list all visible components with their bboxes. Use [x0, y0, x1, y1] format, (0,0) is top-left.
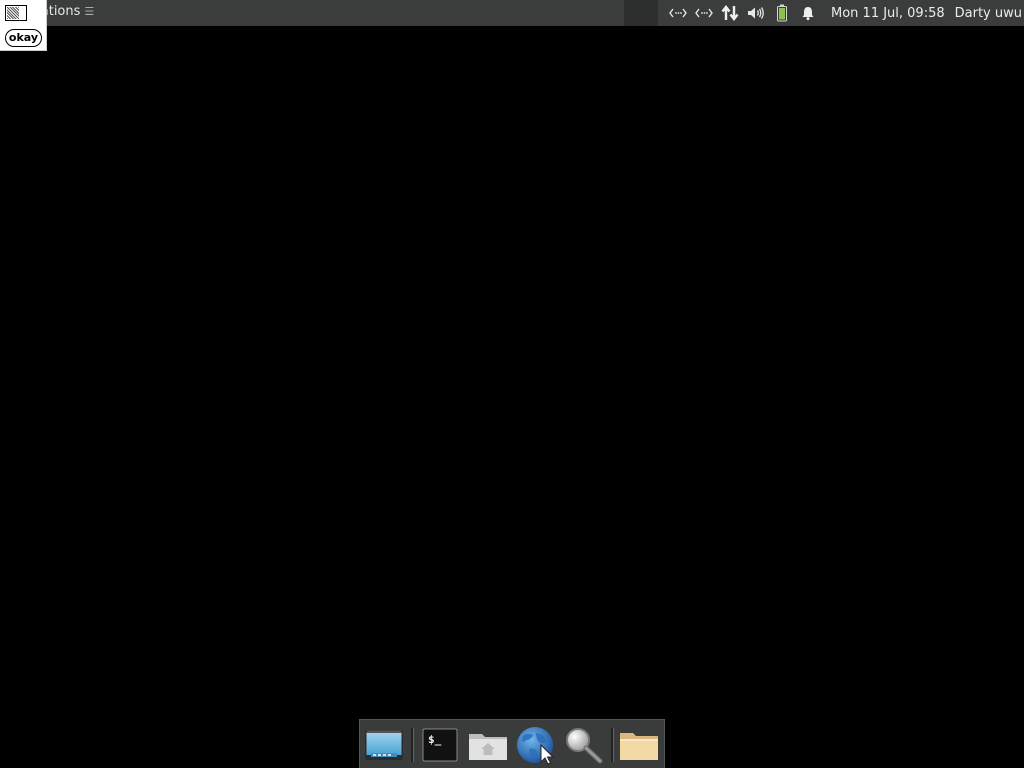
hatch-pattern: [7, 7, 19, 19]
menu-grip-icon: ☰: [84, 5, 95, 18]
clock[interactable]: Mon 11 Jul, 09:58: [831, 6, 945, 21]
system-tray: Mon 11 Jul, 09:58 Darty uwu: [665, 0, 1024, 26]
home-folder-icon[interactable]: [466, 724, 510, 766]
network-transfer-icon[interactable]: [719, 2, 741, 24]
volume-icon[interactable]: [745, 2, 767, 24]
search-icon[interactable]: [562, 724, 606, 766]
okay-dialog: okay: [0, 0, 47, 51]
dock-separator: [611, 728, 614, 762]
notification-bell-icon[interactable]: [797, 2, 819, 24]
network-wired-icon[interactable]: [667, 2, 689, 24]
dock-separator: [411, 728, 414, 762]
okay-button[interactable]: okay: [5, 29, 42, 47]
terminal-icon[interactable]: $_: [418, 724, 462, 766]
network-wired-icon[interactable]: [693, 2, 715, 24]
panel-separator: [624, 0, 658, 26]
desktop[interactable]: ications ☰ Mon 11 Jul, 09:58 Darty uwu o…: [0, 0, 1024, 768]
svg-text:$_: $_: [428, 733, 442, 746]
top-panel: ications ☰ Mon 11 Jul, 09:58 Darty uwu: [0, 0, 1024, 26]
user-menu[interactable]: Darty uwu: [955, 6, 1022, 21]
web-browser-icon[interactable]: [514, 724, 558, 766]
dock: $_: [359, 719, 665, 768]
battery-icon[interactable]: [771, 2, 793, 24]
show-desktop-icon[interactable]: [362, 724, 406, 766]
window-icon: [5, 5, 27, 21]
file-manager-folder-icon[interactable]: [617, 724, 661, 766]
